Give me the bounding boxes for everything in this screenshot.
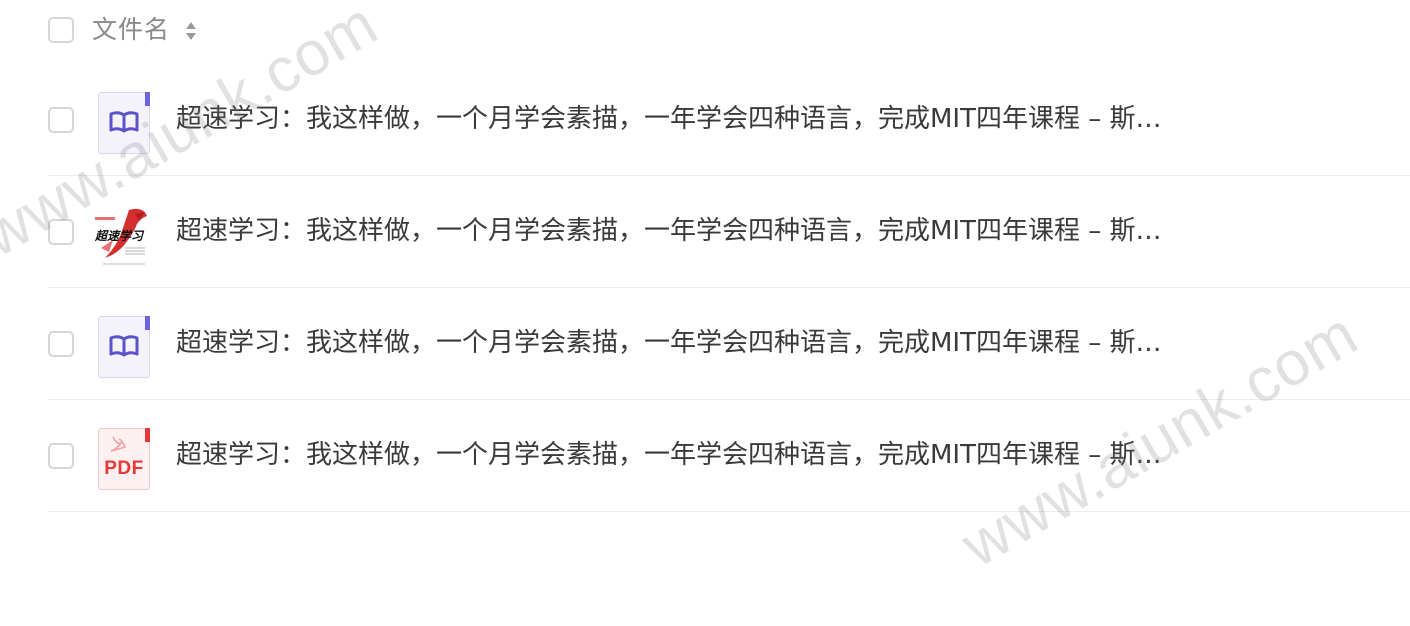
file-name-link[interactable]: 超速学习：我这样做，一个月学会素描，一年学会四种语言，完成MIT四年课程 – 斯…	[176, 213, 1256, 249]
select-all-checkbox[interactable]	[48, 17, 74, 43]
file-list-page: 文件名 超速学习：我这样做，一个月学会素描，一年学会四种语言，完成MIT四年课程…	[0, 0, 1410, 626]
cover-title-text: 超速学习	[95, 229, 144, 243]
file-row-checkbox[interactable]	[48, 331, 74, 357]
sort-updown-icon[interactable]	[184, 20, 198, 42]
pdf-label: PDF	[104, 458, 144, 479]
file-row-checkbox[interactable]	[48, 219, 74, 245]
file-row[interactable]: PDF 超速学习：我这样做，一个月学会素描，一年学会四种语言，完成MIT四年课程…	[48, 400, 1410, 512]
file-name-link[interactable]: 超速学习：我这样做，一个月学会素描，一年学会四种语言，完成MIT四年课程 – 斯…	[176, 101, 1256, 137]
file-list-header: 文件名	[0, 0, 1410, 62]
file-row[interactable]: 超速学习：我这样做，一个月学会素描，一年学会四种语言，完成MIT四年课程 – 斯…	[48, 288, 1410, 400]
book-icon	[98, 92, 150, 154]
book-cover-thumbnail: 超速学习	[95, 204, 150, 265]
file-row-checkbox[interactable]	[48, 443, 74, 469]
pdf-icon: PDF	[98, 428, 150, 490]
file-row[interactable]: 超速学习 超速学习：我这样做，一个月学会素描，一年学会四种语言，完成MIT四年课…	[48, 176, 1410, 288]
file-row-checkbox[interactable]	[48, 107, 74, 133]
file-name-link[interactable]: 超速学习：我这样做，一个月学会素描，一年学会四种语言，完成MIT四年课程 – 斯…	[176, 437, 1256, 473]
file-name-link[interactable]: 超速学习：我这样做，一个月学会素描，一年学会四种语言，完成MIT四年课程 – 斯…	[176, 325, 1256, 361]
column-header-filename: 文件名	[92, 15, 171, 44]
file-row[interactable]: 超速学习：我这样做，一个月学会素描，一年学会四种语言，完成MIT四年课程 – 斯…	[48, 64, 1410, 176]
book-icon	[98, 316, 150, 378]
